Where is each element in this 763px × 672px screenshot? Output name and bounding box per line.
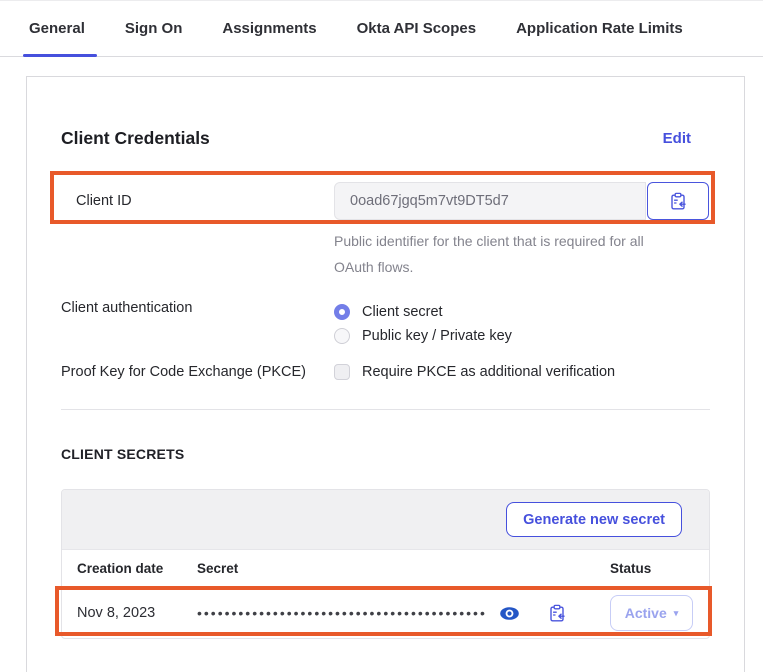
edit-link[interactable]: Edit [663,130,691,147]
tab-sign-on[interactable]: Sign On [123,1,185,56]
radio-client-secret[interactable]: Client secret [334,300,512,324]
pkce-label: Proof Key for Code Exchange (PKCE) [61,364,334,380]
client-id-row: Client ID 0oad67jgq5m7vt9DT5d7 [61,182,710,220]
client-id-help-row: Public identifier for the client that is… [61,220,710,280]
client-id-help-text: Public identifier for the client that is… [334,228,674,280]
header-status: Status [610,561,711,576]
pkce-checkbox-label: Require PKCE as additional verification [362,364,615,380]
radio-selected-icon [334,304,350,320]
secret-cell: ••••••••••••••••••••••••••••••••••••••••… [197,604,610,623]
table-row: Nov 8, 2023 ••••••••••••••••••••••••••••… [62,588,709,638]
tab-general[interactable]: General [27,1,87,56]
client-credentials-header: Client Credentials Edit [61,77,710,149]
client-id-group: 0oad67jgq5m7vt9DT5d7 [334,182,709,220]
chevron-down-icon: ▾ [674,609,679,618]
client-authentication-label: Client authentication [61,300,334,348]
pkce-checkbox-option[interactable]: Require PKCE as additional verification [334,364,615,380]
section-divider [61,409,710,410]
status-label: Active [625,605,667,621]
okta-app-settings-page: General Sign On Assignments Okta API Sco… [0,0,763,672]
tab-assignments[interactable]: Assignments [220,1,318,56]
client-id-input[interactable]: 0oad67jgq5m7vt9DT5d7 [334,182,646,220]
radio-client-secret-label: Client secret [362,304,443,320]
client-id-label: Client ID [61,193,334,209]
table-header-row: Creation date Secret Status [62,550,709,588]
client-secrets-table: Generate new secret Creation date Secret… [61,489,710,639]
masked-secret-value: ••••••••••••••••••••••••••••••••••••••••… [197,605,487,621]
header-creation-date: Creation date [77,561,197,576]
tab-okta-api-scopes[interactable]: Okta API Scopes [355,1,479,56]
status-dropdown-button[interactable]: Active ▾ [610,595,693,631]
client-credentials-card: Client Credentials Edit Client ID 0oad67… [26,76,745,672]
clipboard-copy-icon [548,604,566,623]
pkce-row: Proof Key for Code Exchange (PKCE) Requi… [61,364,710,380]
radio-public-private-key[interactable]: Public key / Private key [334,324,512,348]
creation-date-cell: Nov 8, 2023 [77,605,197,621]
copy-client-id-button[interactable] [647,182,709,220]
clipboard-copy-icon [669,192,687,211]
header-secret: Secret [197,561,610,576]
client-secrets-title: CLIENT SECRETS [61,446,710,462]
radio-public-private-key-label: Public key / Private key [362,328,512,344]
client-authentication-row: Client authentication Client secret Publ… [61,300,710,348]
radio-unselected-icon [334,328,350,344]
tab-application-rate-limits[interactable]: Application Rate Limits [514,1,685,56]
status-cell: Active ▾ [610,595,711,631]
generate-new-secret-button[interactable]: Generate new secret [506,502,682,537]
section-title: Client Credentials [61,128,210,149]
eye-icon [499,606,520,621]
reveal-secret-button[interactable] [499,606,520,621]
client-authentication-options: Client secret Public key / Private key [334,300,512,348]
copy-secret-button[interactable] [548,604,566,623]
checkbox-unchecked-icon [334,364,350,380]
client-secrets-toolbar: Generate new secret [62,490,709,550]
app-tab-bar: General Sign On Assignments Okta API Sco… [0,1,763,57]
